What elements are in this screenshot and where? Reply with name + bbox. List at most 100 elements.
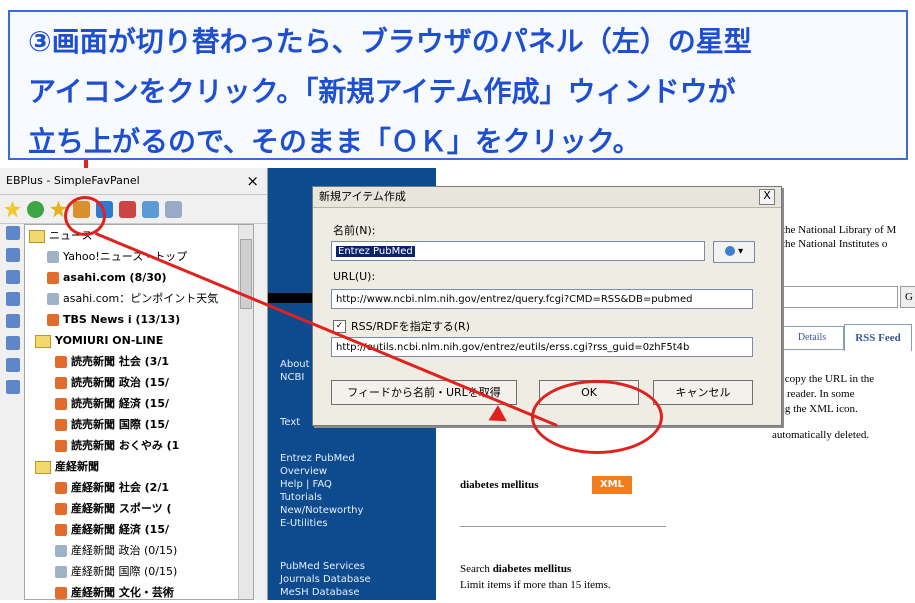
callout-line-1: ③画面が切り替わったら、ブラウザのパネル（左）の星型 (28, 25, 752, 58)
header-line-2: the National Institutes o (782, 238, 888, 250)
side-history-icon[interactable] (6, 292, 20, 306)
ncbi-link[interactable]: Tutorials (280, 491, 363, 504)
folder-icon (35, 460, 51, 474)
feed-unread-icon (55, 440, 67, 452)
tree-scrollbar[interactable] (238, 225, 253, 599)
tree-item-label: 産経新聞 政治 (0/15) (71, 544, 178, 557)
search-prefix: Search (460, 563, 490, 575)
feed-read-icon (47, 251, 59, 263)
ncbi-links: Entrez PubMed Overview Help | FAQ Tutorials… (280, 452, 363, 530)
feed-read-icon (55, 545, 67, 557)
ncbi-link[interactable]: PubMed Services (280, 560, 371, 573)
tree-item[interactable]: 産経新聞 (25, 456, 253, 477)
ok-button-highlight (531, 380, 663, 454)
side-search-icon[interactable] (6, 314, 20, 328)
url-field[interactable]: http://www.ncbi.nlm.nih.gov/entrez/query… (331, 289, 753, 309)
tree-item-label: TBS News i (13/13) (63, 313, 181, 326)
search-button[interactable]: G (900, 286, 915, 308)
ncbi-link[interactable]: New/Noteworthy (280, 504, 363, 517)
ncbi-link[interactable]: Journals Database (280, 573, 371, 586)
name-label: 名前(N): (333, 224, 376, 237)
tree-item-label: 産経新聞 経済 (15/ (71, 523, 170, 536)
feed-read-icon (55, 566, 67, 578)
tree-item-label: 読売新聞 おくやみ (1 (71, 439, 180, 452)
name-value: Entrez PubMed (336, 246, 415, 257)
tree-item[interactable]: 産経新聞 社会 (2/1 (25, 477, 253, 498)
panel-toolbar (0, 195, 267, 224)
options-icon[interactable] (165, 200, 182, 218)
tab-rss-feed[interactable]: RSS Feed (844, 324, 912, 351)
ncbi-link[interactable]: Help | FAQ (280, 478, 363, 491)
callout-line-3: 立ち上がるので、そのまま「ＯＫ」をクリック。 (28, 125, 641, 158)
feed-unread-icon (55, 356, 67, 368)
ncbi-services: PubMed Services Journals Database MeSH Dat… (280, 560, 371, 599)
tree-item[interactable]: ニュース (25, 225, 253, 246)
ncbi-link[interactable]: E-Utilities (280, 517, 363, 530)
feed-unread-icon (47, 272, 59, 284)
feed-unread-icon (55, 419, 67, 431)
feed-unread-icon (55, 524, 67, 536)
tree-item-label: Yahoo!ニュース - トップ (63, 250, 188, 263)
tree-item-label: 産経新聞 文化・芸術 (71, 586, 174, 599)
properties-icon[interactable] (119, 200, 136, 218)
tree-item-label: 読売新聞 経済 (15/ (71, 397, 170, 410)
instructions-4: automatically deleted. (772, 429, 870, 441)
tree-item[interactable]: YOMIURI ON-LINE (25, 330, 253, 351)
tree-item[interactable]: 読売新聞 社会 (3/1 (25, 351, 253, 372)
globe-icon (724, 246, 735, 256)
folder-icon (35, 334, 51, 348)
tree-item-label: 産経新聞 国際 (0/15) (71, 565, 178, 578)
tab-details[interactable]: Details (780, 326, 844, 350)
tree-item[interactable]: 読売新聞 経済 (15/ (25, 393, 253, 414)
ncbi-text: NCBI (280, 372, 305, 383)
panel-title-bar: EBPlus - SimpleFavPanel × (0, 168, 267, 195)
icon-select-dropdown[interactable]: ▾ (713, 241, 755, 263)
ncbi-link[interactable]: Entrez PubMed (280, 452, 363, 465)
tree-item[interactable]: 読売新聞 国際 (15/ (25, 414, 253, 435)
text-label: Text (280, 417, 301, 428)
favorites-star-icon[interactable] (4, 200, 21, 218)
feed-unread-icon (55, 482, 67, 494)
refresh-icon[interactable] (27, 200, 44, 218)
side-toolbar (6, 226, 22, 402)
ncbi-link[interactable]: Overview (280, 465, 363, 478)
tree-item[interactable]: asahi.com：ピンポイント天気 (25, 288, 253, 309)
feed-unread-icon (55, 587, 67, 599)
side-window-icon[interactable] (6, 270, 20, 284)
ncbi-link[interactable]: MeSH Database (280, 586, 371, 599)
side-bookmark-icon[interactable] (6, 226, 20, 240)
tree-item-label: asahi.com：ピンポイント天気 (63, 292, 219, 305)
tree-item[interactable]: 読売新聞 政治 (15/ (25, 372, 253, 393)
name-field[interactable]: Entrez PubMed (331, 241, 705, 261)
rss-checkbox-label: RSS/RDFを指定する(R) (351, 320, 470, 333)
tree-item[interactable]: 産経新聞 経済 (15/ (25, 519, 253, 540)
feed-unread-icon (55, 503, 67, 515)
side-user-icon[interactable] (6, 336, 20, 350)
side-page-icon[interactable] (6, 380, 20, 394)
diabetes-label: diabetes mellitus (460, 479, 539, 491)
search-term: diabetes mellitus (492, 563, 572, 575)
view-icon[interactable] (142, 200, 159, 218)
cancel-button[interactable]: キャンセル (653, 380, 753, 405)
search-input[interactable] (776, 286, 898, 308)
side-download-icon[interactable] (6, 358, 20, 372)
dialog-close-icon[interactable]: X (759, 189, 775, 205)
tree-item[interactable]: 産経新聞 国際 (0/15) (25, 561, 253, 582)
panel-close-icon[interactable]: × (246, 168, 259, 194)
fetch-from-feed-button[interactable]: フィードから名前・URLを取得 (331, 380, 517, 405)
tree-item[interactable]: 産経新聞 スポーツ ( (25, 498, 253, 519)
tree-item[interactable]: 読売新聞 おくやみ (1 (25, 435, 253, 456)
instructions-2: SS reader. In some (772, 388, 855, 400)
search-line: Search diabetes mellitus (460, 563, 571, 575)
xml-badge[interactable]: XML (592, 476, 632, 494)
feed-tree: ニュース Yahoo!ニュース - トップ asahi.com (8/30) asah… (24, 224, 254, 600)
tree-item[interactable]: TBS News i (13/13) (25, 309, 253, 330)
rss-url-field[interactable]: http://eutils.ncbi.nlm.nih.gov/entrez/eu… (331, 337, 753, 357)
folder-icon (29, 229, 45, 243)
dialog-title: 新規アイテム作成 (319, 190, 406, 203)
limit-text: Limit items if more than 15 items. (460, 579, 611, 591)
tree-item-label: 読売新聞 社会 (3/1 (71, 355, 170, 368)
tree-item[interactable]: 産経新聞 政治 (0/15) (25, 540, 253, 561)
about-text: About (280, 359, 310, 370)
side-edit-icon[interactable] (6, 248, 20, 262)
